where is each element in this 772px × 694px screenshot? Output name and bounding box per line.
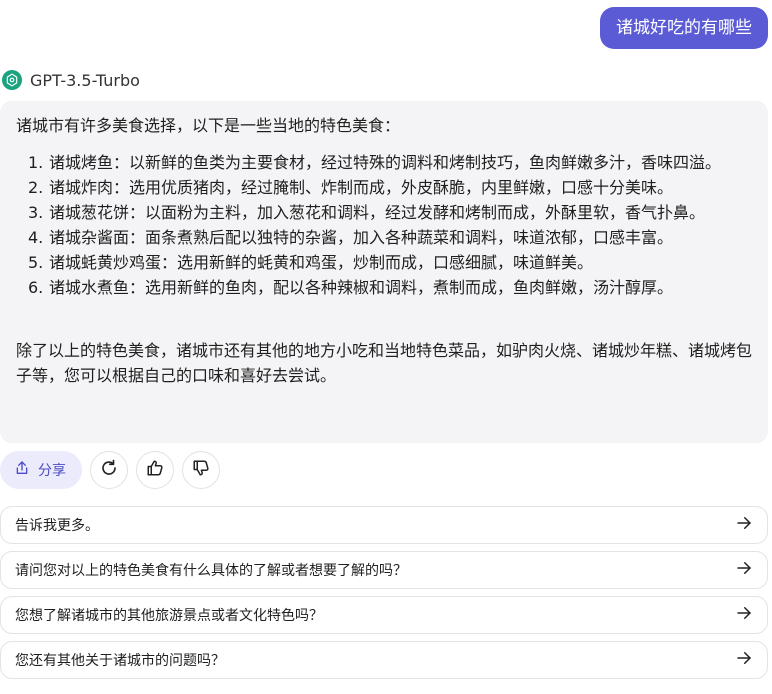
openai-logo-icon (2, 70, 22, 90)
like-button[interactable] (136, 451, 174, 489)
regenerate-button[interactable] (90, 451, 128, 489)
arrow-right-icon (735, 604, 753, 626)
answer-intro: 诸城市有许多美食选择，以下是一些当地的特色美食： (16, 116, 401, 135)
list-item: 2. 诸城炸肉：选用优质猪肉，经过腌制、炸制而成，外皮酥脆，内里鲜嫩，口感十分美味… (16, 175, 752, 200)
list-item: 4. 诸城杂酱面：面条煮熟后配以独特的杂酱，加入各种蔬菜和调料，味道浓郁，口感丰富… (16, 225, 752, 250)
arrow-right-icon (735, 514, 753, 536)
share-button[interactable]: 分享 (0, 451, 82, 489)
suggestion-text: 请问您对以上的特色美食有什么具体的了解或者想要了解的吗？ (15, 563, 407, 579)
suggestion-text: 告诉我更多。 (15, 518, 99, 534)
list-item: 3. 诸城葱花饼：以面粉为主料，加入葱花和调料，经过发酵和烤制而成，外酥里软，香气… (16, 200, 752, 225)
list-item-text: 诸城葱花饼：以面粉为主料，加入葱花和调料，经过发酵和烤制而成，外酥里软，香气扑鼻… (49, 203, 706, 222)
refresh-icon (100, 459, 118, 481)
arrow-right-icon (735, 649, 753, 671)
thumbs-up-icon (146, 459, 164, 481)
suggestion-item[interactable]: 请问您对以上的特色美食有什么具体的了解或者想要了解的吗？ (0, 551, 768, 589)
arrow-right-icon (735, 559, 753, 581)
answer-outro: 除了以上的特色美食，诸城市还有其他的地方小吃和当地特色菜品，如驴肉火烧、诸城炒年… (16, 341, 753, 385)
list-item-number: 2. (28, 178, 44, 197)
answer-list: 1. 诸城烤鱼：以新鲜的鱼类为主要食材，经过特殊的调料和烤制技巧，鱼肉鲜嫩多汁，香… (16, 150, 752, 300)
suggestion-item[interactable]: 您还有其他关于诸城市的问题吗？ (0, 641, 768, 679)
list-item-text: 诸城蚝黄炒鸡蛋：选用新鲜的蚝黄和鸡蛋，炒制而成，口感细腻，味道鲜美。 (49, 253, 594, 272)
list-item-text: 诸城烤鱼：以新鲜的鱼类为主要食材，经过特殊的调料和烤制技巧，鱼肉鲜嫩多汁，香味四… (49, 153, 722, 172)
list-item-text: 诸城杂酱面：面条煮熟后配以独特的杂酱，加入各种蔬菜和调料，味道浓郁，口感丰富。 (49, 228, 674, 247)
suggestion-text: 您想了解诸城市的其他旅游景点或者文化特色吗？ (15, 608, 323, 624)
suggested-questions: 告诉我更多。 请问您对以上的特色美食有什么具体的了解或者想要了解的吗？ 您想了解… (0, 506, 768, 686)
list-item: 1. 诸城烤鱼：以新鲜的鱼类为主要食材，经过特殊的调料和烤制技巧，鱼肉鲜嫩多汁，香… (16, 150, 752, 175)
list-item-text: 诸城炸肉：选用优质猪肉，经过腌制、炸制而成，外皮酥脆，内里鲜嫩，口感十分美味。 (49, 178, 674, 197)
suggestion-item[interactable]: 您想了解诸城市的其他旅游景点或者文化特色吗？ (0, 596, 768, 634)
list-item-number: 6. (28, 278, 44, 297)
list-item: 6. 诸城水煮鱼：选用新鲜的鱼肉，配以各种辣椒和调料，煮制而成，鱼肉鲜嫩，汤汁醇厚… (16, 275, 752, 300)
assistant-answer: 诸城市有许多美食选择，以下是一些当地的特色美食： 1. 诸城烤鱼：以新鲜的鱼类为主… (0, 101, 768, 443)
list-item-number: 5. (28, 253, 44, 272)
user-message-bubble: 诸城好吃的有哪些 (600, 7, 768, 49)
list-item-number: 4. (28, 228, 44, 247)
share-icon (14, 460, 30, 480)
list-item-number: 3. (28, 203, 44, 222)
suggestion-text: 您还有其他关于诸城市的问题吗？ (15, 653, 225, 669)
list-item: 5. 诸城蚝黄炒鸡蛋：选用新鲜的蚝黄和鸡蛋，炒制而成，口感细腻，味道鲜美。 (16, 250, 752, 275)
suggestion-item[interactable]: 告诉我更多。 (0, 506, 768, 544)
share-label: 分享 (38, 463, 66, 479)
thumbs-down-icon (192, 459, 210, 481)
dislike-button[interactable] (182, 451, 220, 489)
answer-actions: 分享 (0, 451, 220, 489)
list-item-text: 诸城水煮鱼：选用新鲜的鱼肉，配以各种辣椒和调料，煮制而成，鱼肉鲜嫩，汤汁醇厚。 (49, 278, 674, 297)
model-name: GPT-3.5-Turbo (30, 70, 140, 90)
list-item-number: 1. (28, 153, 44, 172)
model-header: GPT-3.5-Turbo (2, 69, 140, 91)
